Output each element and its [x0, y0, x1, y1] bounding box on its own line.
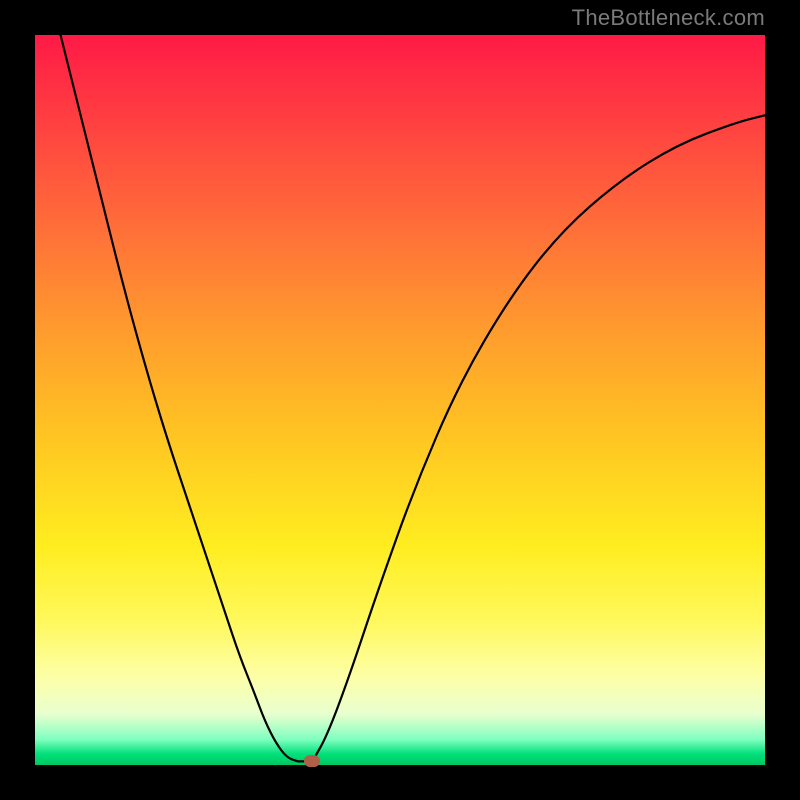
chart-frame: TheBottleneck.com [0, 0, 800, 800]
optimal-point-marker [304, 755, 320, 767]
plot-area [35, 35, 765, 765]
bottleneck-curve [61, 35, 765, 761]
watermark-text: TheBottleneck.com [572, 5, 765, 31]
curve-svg [35, 35, 765, 765]
